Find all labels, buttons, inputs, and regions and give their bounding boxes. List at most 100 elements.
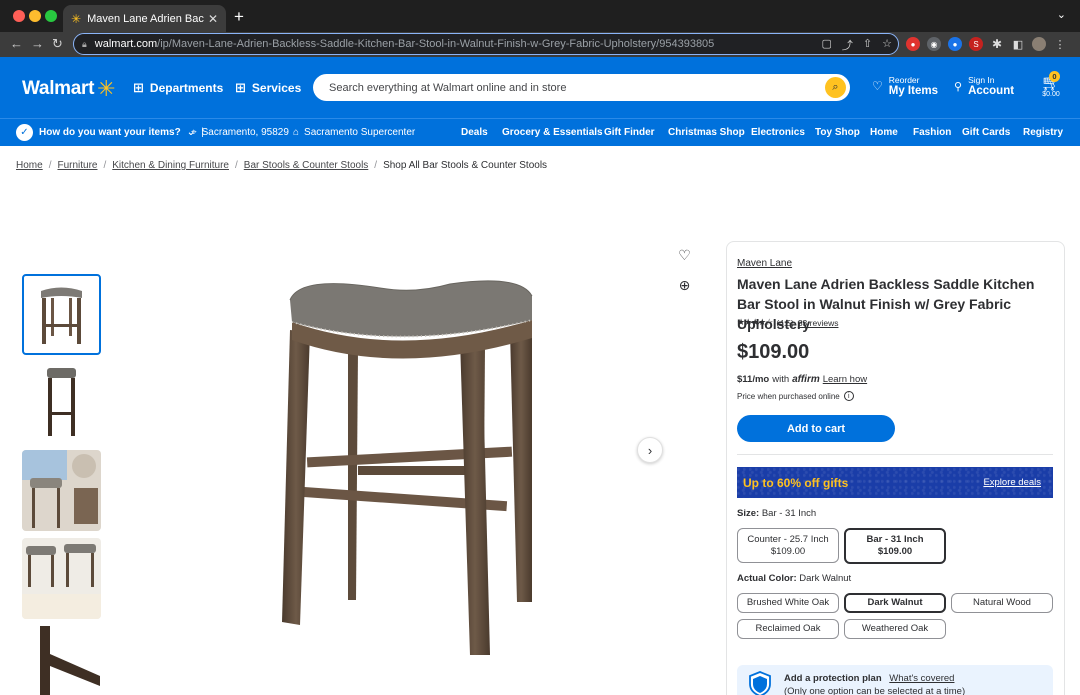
back-icon[interactable]: ← [10,36,23,51]
nav-grocery[interactable]: Grocery & Essentials [502,127,603,138]
main-product-image [282,280,533,655]
breadcrumb-separator: / [48,160,52,171]
url-host: walmart.com [94,38,158,50]
more-menu-icon[interactable]: ⋮ [1053,37,1067,51]
nav-electronics[interactable]: Electronics [751,127,805,138]
profile-avatar[interactable] [1032,37,1046,51]
forward-icon[interactable]: → [31,36,44,51]
browser-toolbar: ← → ↻ 🔒︎ walmart.com/ip/Maven-Lane-Adrie… [0,32,1080,57]
breadcrumb: Home / Furniture / Kitchen & Dining Furn… [16,160,547,171]
size-label-row: Size: Bar - 31 Inch [737,508,816,519]
maximize-window-button[interactable] [45,10,57,22]
services-button[interactable]: ⊞ Services [235,80,301,96]
color-option-reclaimed-oak[interactable]: Reclaimed Oak [737,619,839,639]
share-icon[interactable]: ⇧ [863,37,872,53]
tab-search-icon[interactable]: ▢ [822,37,832,53]
color-option-dark-walnut[interactable]: Dark Walnut [844,593,946,613]
nav-home[interactable]: Home [870,127,898,138]
promo-banner[interactable]: Up to 60% off gifts Explore deals [737,467,1053,498]
explore-deals-link[interactable]: Explore deals [983,477,1041,488]
cart-button[interactable]: 🛒︎ 0 $0.00 [1036,71,1066,98]
account-link[interactable]: ⚲ Sign In Account [954,75,1014,97]
reorder-big: My Items [888,85,938,97]
fulfillment-selector[interactable]: ✓ How do you want your items? ⌄ | [16,124,204,141]
protection-plan-box: Add a protection plan What's covered (On… [737,665,1053,695]
size-option-bar[interactable]: Bar - 31 Inch $109.00 [844,528,946,564]
breadcrumb-separator: / [103,160,107,171]
minimize-window-button[interactable] [29,10,41,22]
departments-label: Departments [149,81,224,95]
search-icon[interactable]: ⌕ [825,77,846,98]
nav-registry[interactable]: Registry [1023,127,1063,138]
color-option-brushed-white-oak[interactable]: Brushed White Oak [737,593,839,613]
breadcrumb-bar-stools[interactable]: Bar Stools & Counter Stools [244,160,369,171]
store-selector[interactable]: ⌂ Sacramento Supercenter [293,127,415,138]
size-option-counter[interactable]: Counter - 25.7 Inch $109.00 [737,528,839,563]
favorite-heart-icon[interactable]: ♡ [670,241,699,270]
reorder-link[interactable]: ♡ Reorder My Items [872,75,938,97]
color-option-weathered-oak[interactable]: Weathered Oak [844,619,946,639]
departments-button[interactable]: ⊞ Departments [133,80,223,96]
protection-title: Add a protection plan [784,673,882,684]
search-bar: ⌕ [313,74,850,101]
extension-red-icon[interactable]: ● [906,37,920,51]
install-app-icon[interactable]: ⤴ [842,37,853,53]
rating-value: (4.5) [776,317,794,328]
walmart-spark-icon: ✳ [71,11,82,26]
breadcrumb-furniture[interactable]: Furniture [57,160,97,171]
nav-gift-cards[interactable]: Gift Cards [962,127,1010,138]
protection-subtext: (Only one option can be selected at a ti… [784,686,966,695]
breadcrumb-current: Shop All Bar Stools & Counter Stools [383,160,548,171]
close-window-button[interactable] [13,10,25,22]
thumbnail-1[interactable] [22,274,101,355]
close-tab-icon[interactable]: ✕ [208,12,218,26]
stool-thumbnail-image [47,368,76,436]
extension-blue-icon[interactable]: ● [948,37,962,51]
thumbnail-4[interactable] [22,538,101,619]
thumbnail-3[interactable] [22,450,101,531]
browser-tab-bar: ✳ Maven Lane Adrien Backless S ✕ + ⌄ [0,0,1080,32]
breadcrumb-separator: / [235,160,238,171]
chevron-down-icon[interactable]: ⌄ [1057,8,1066,21]
grid-icon: ⊞ [133,80,144,95]
add-to-cart-button[interactable]: Add to cart [737,415,895,442]
next-image-chevron-right-icon[interactable]: › [637,437,663,463]
brand-link[interactable]: Maven Lane [737,258,792,269]
stool-thumbnail-image [41,287,82,344]
zip-selector[interactable]: ⌖ Sacramento, 95829 [191,127,289,138]
nav-gift-finder[interactable]: Gift Finder [604,127,655,138]
walmart-logo[interactable]: Walmart ✳ [22,76,116,102]
reorder-small: Reorder [888,75,920,85]
puzzle-icon[interactable]: ✱ [990,37,1004,51]
sidebar-icon[interactable]: ◧ [1011,37,1025,51]
search-input[interactable] [329,81,809,94]
bookmark-star-icon[interactable]: ☆ [882,37,892,53]
logo-text: Walmart [22,78,95,99]
sub-navigation: ✓ How do you want your items? ⌄ | ⌖ Sacr… [0,118,1080,146]
learn-how-link[interactable]: Learn how [823,374,867,385]
color-value: Dark Walnut [799,573,852,584]
camera-extension-icon[interactable]: ◉ [927,37,941,51]
location-pin-icon: ⌖ [191,127,197,138]
info-icon[interactable]: i [843,391,854,401]
address-bar[interactable]: 🔒︎ walmart.com/ip/Maven-Lane-Adrien-Back… [73,33,899,55]
nav-deals[interactable]: Deals [461,127,488,138]
nav-fashion[interactable]: Fashion [913,127,951,138]
extension-s-icon[interactable]: S [969,37,983,51]
grid-icon: ⊞ [235,80,246,95]
thumbnail-5[interactable] [22,626,101,695]
color-label: Actual Color: [737,573,797,584]
nav-christmas-shop[interactable]: Christmas Shop [668,127,745,138]
color-option-natural-wood[interactable]: Natural Wood [951,593,1053,613]
breadcrumb-home[interactable]: Home [16,160,43,171]
breadcrumb-kitchen-dining[interactable]: Kitchen & Dining Furniture [112,160,229,171]
reviews-link[interactable]: 33 reviews [798,318,839,328]
browser-tab[interactable]: ✳ Maven Lane Adrien Backless S ✕ [63,5,226,32]
zoom-icon[interactable]: ⊕ [670,271,699,300]
thumbnail-2[interactable] [22,362,101,443]
reload-icon[interactable]: ↻ [52,36,63,52]
new-tab-icon[interactable]: + [234,7,244,27]
whats-covered-link[interactable]: What's covered [889,673,954,684]
leg-detail-thumbnail-image [40,626,100,695]
nav-toy-shop[interactable]: Toy Shop [815,127,860,138]
